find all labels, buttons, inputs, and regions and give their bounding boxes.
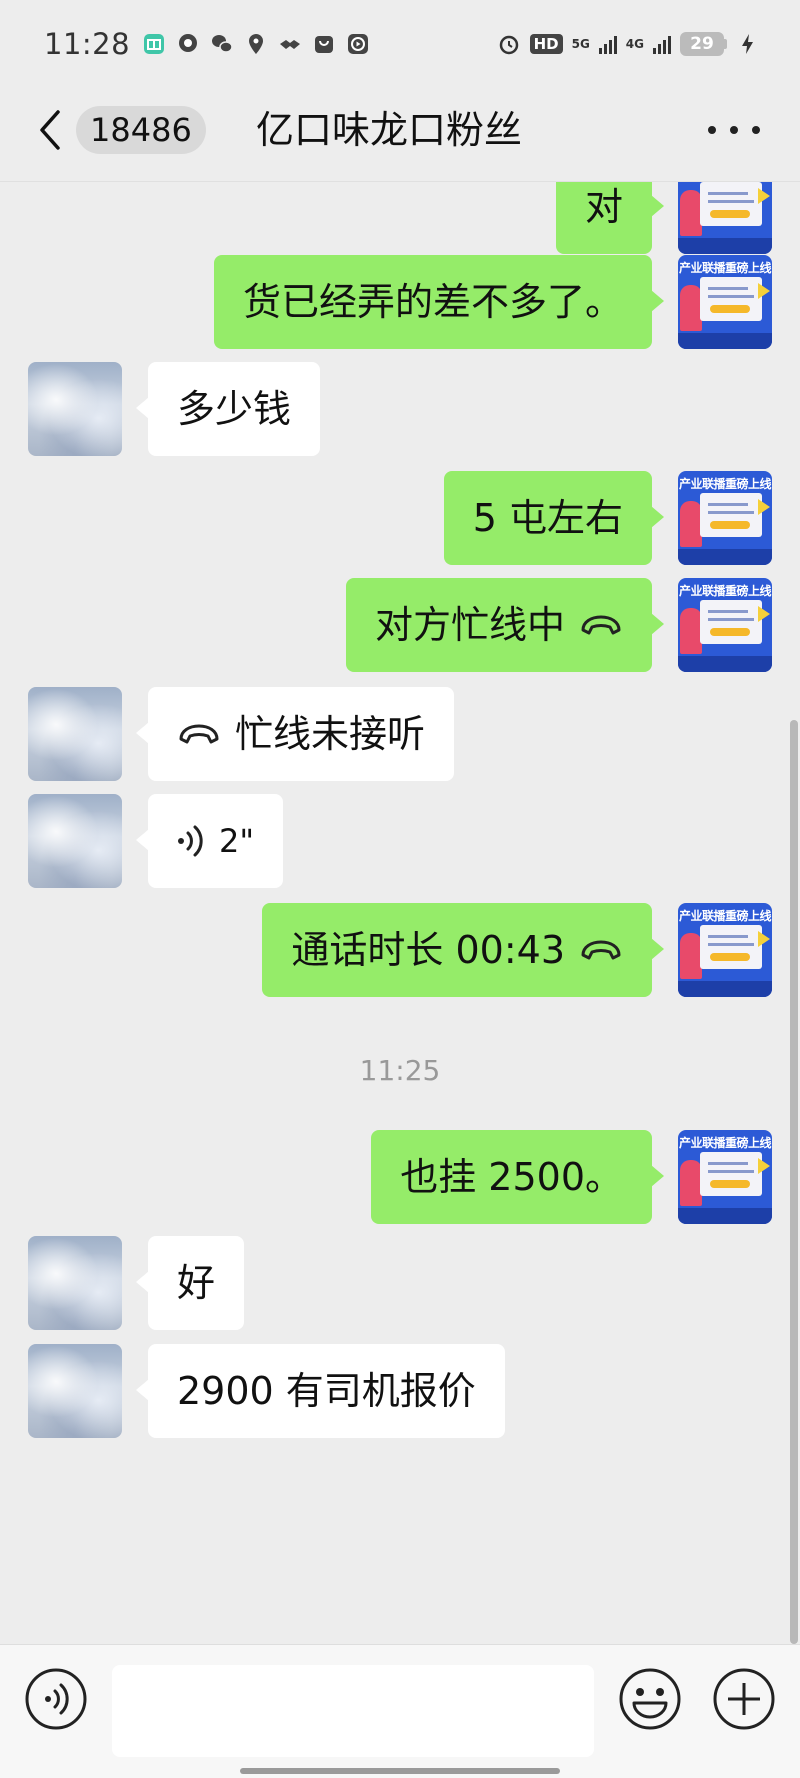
dot-icon — [730, 126, 738, 134]
message-text: 5 屯左右 — [472, 496, 623, 540]
received-message: 忙线未接听 — [0, 687, 800, 781]
message-bubble[interactable]: 对方忙线中 — [345, 578, 665, 672]
charging-bolt-icon — [736, 32, 760, 56]
contact-avatar[interactable] — [28, 1236, 122, 1330]
message-bubble[interactable]: 2900 有司机报价 — [136, 1344, 505, 1438]
smiley-icon — [619, 1668, 681, 1730]
signal-icon-2 — [653, 34, 671, 54]
message-text: 2900 有司机报价 — [177, 1369, 476, 1413]
message-text: 对方忙线中 — [374, 603, 565, 647]
message-bubble[interactable]: 对 — [555, 182, 665, 254]
wechat-icon — [210, 32, 234, 56]
input-bar — [0, 1644, 800, 1778]
message-text: 忙线未接听 — [235, 712, 426, 756]
self-avatar[interactable]: 产业联播重磅上线 — [678, 578, 772, 672]
battery-icon: 29 — [680, 32, 724, 56]
chat-title: 亿口味龙口粉丝 — [256, 108, 523, 152]
battery-level: 29 — [690, 34, 714, 54]
voice-input-button[interactable] — [24, 1667, 88, 1731]
message-text: 对 — [584, 185, 623, 229]
chevron-left-icon — [40, 110, 60, 150]
network-4g-label: 4G — [625, 37, 644, 51]
unread-count-badge[interactable]: 18486 — [76, 106, 206, 154]
chat-bubble-icon — [176, 32, 200, 56]
hd-indicator: HD — [529, 34, 563, 54]
plus-icon — [713, 1668, 775, 1730]
self-avatar[interactable]: 产业联播重磅上线 — [678, 1130, 772, 1224]
more-options-button[interactable] — [708, 112, 760, 148]
signal-icon — [598, 34, 617, 54]
home-indicator[interactable] — [240, 1768, 560, 1774]
back-button[interactable] — [30, 102, 70, 158]
message-bubble[interactable]: 也挂 2500。 — [371, 1130, 664, 1224]
sent-message: 产业联播重磅上线 对 — [0, 182, 800, 254]
video-play-icon — [346, 32, 370, 56]
promo-title: 产业联播重磅上线 — [678, 477, 772, 491]
shopping-bag-icon — [312, 32, 336, 56]
calendar-app-icon — [142, 32, 166, 56]
message-bubble[interactable]: 通话时长 00:43 — [262, 903, 664, 997]
self-avatar[interactable]: 产业联播重磅上线 — [678, 182, 772, 254]
more-actions-button[interactable] — [712, 1667, 776, 1731]
message-bubble[interactable]: 货已经弄的差不多了。 — [213, 255, 665, 349]
promo-title: 产业联播重磅上线 — [678, 261, 772, 275]
received-message: 好 — [0, 1236, 800, 1330]
system-status: HD 5G 4G 29 — [497, 32, 760, 56]
message-input[interactable] — [112, 1665, 594, 1757]
message-text: 多少钱 — [177, 387, 292, 431]
contact-avatar[interactable] — [28, 794, 122, 888]
self-avatar[interactable]: 产业联播重磅上线 — [678, 903, 772, 997]
scrollbar[interactable] — [790, 720, 798, 1644]
chat-header: 18486 亿口味龙口粉丝 — [0, 88, 800, 182]
contact-avatar[interactable] — [28, 362, 122, 456]
hangup-phone-icon — [581, 940, 621, 960]
received-message: 多少钱 — [0, 362, 800, 456]
message-bubble[interactable]: 好 — [135, 1236, 245, 1330]
emoji-button[interactable] — [618, 1667, 682, 1731]
received-message: 2900 有司机报价 — [0, 1344, 800, 1438]
message-bubble[interactable]: 多少钱 — [135, 362, 321, 456]
voice-wave-icon — [178, 825, 203, 857]
message-bubble[interactable]: 忙线未接听 — [135, 687, 455, 781]
message-text: 通话时长 00:43 — [291, 928, 565, 972]
message-text: 2" — [219, 822, 255, 860]
status-bar: 11:28 HD 5G 4G 29 — [0, 0, 800, 88]
hangup-phone-icon — [179, 724, 219, 744]
sent-message: 产业联播重磅上线货已经弄的差不多了。 — [0, 255, 800, 349]
message-bubble[interactable]: 2" — [135, 794, 284, 888]
promo-title: 产业联播重磅上线 — [678, 909, 772, 923]
sent-message: 产业联播重磅上线通话时长 00:43 — [0, 903, 800, 997]
sent-message: 产业联播重磅上线对方忙线中 — [0, 578, 800, 672]
timestamp: 11:25 — [359, 1054, 441, 1087]
sent-message: 产业联播重磅上线也挂 2500。 — [0, 1130, 800, 1224]
dot-icon — [708, 126, 716, 134]
self-avatar[interactable]: 产业联播重磅上线 — [678, 255, 772, 349]
status-time: 11:28 — [44, 27, 131, 61]
voice-wave-icon — [25, 1668, 87, 1730]
self-avatar[interactable]: 产业联播重磅上线 — [678, 471, 772, 565]
message-bubble[interactable]: 5 屯左右 — [443, 471, 665, 565]
message-text: 货已经弄的差不多了。 — [242, 280, 623, 324]
message-text: 也挂 2500。 — [400, 1155, 623, 1199]
message-text: 好 — [177, 1261, 216, 1305]
contact-avatar[interactable] — [28, 687, 122, 781]
promo-title: 产业联播重磅上线 — [678, 1136, 772, 1150]
promo-title: 产业联播重磅上线 — [678, 584, 772, 598]
handshake-icon — [278, 32, 302, 56]
notification-icons — [142, 32, 370, 56]
received-message: 2" — [0, 794, 800, 888]
dot-icon — [752, 126, 760, 134]
contact-avatar[interactable] — [28, 1344, 122, 1438]
location-pin-icon — [244, 32, 268, 56]
sent-message: 产业联播重磅上线 5 屯左右 — [0, 471, 800, 565]
message-list[interactable]: 产业联播重磅上线对产业联播重磅上线货已经弄的差不多了。多少钱产业联播重磅上线5 … — [0, 182, 800, 1644]
alarm-icon — [497, 32, 521, 56]
network-5g-label: 5G — [571, 37, 590, 51]
hangup-phone-icon — [581, 615, 621, 635]
